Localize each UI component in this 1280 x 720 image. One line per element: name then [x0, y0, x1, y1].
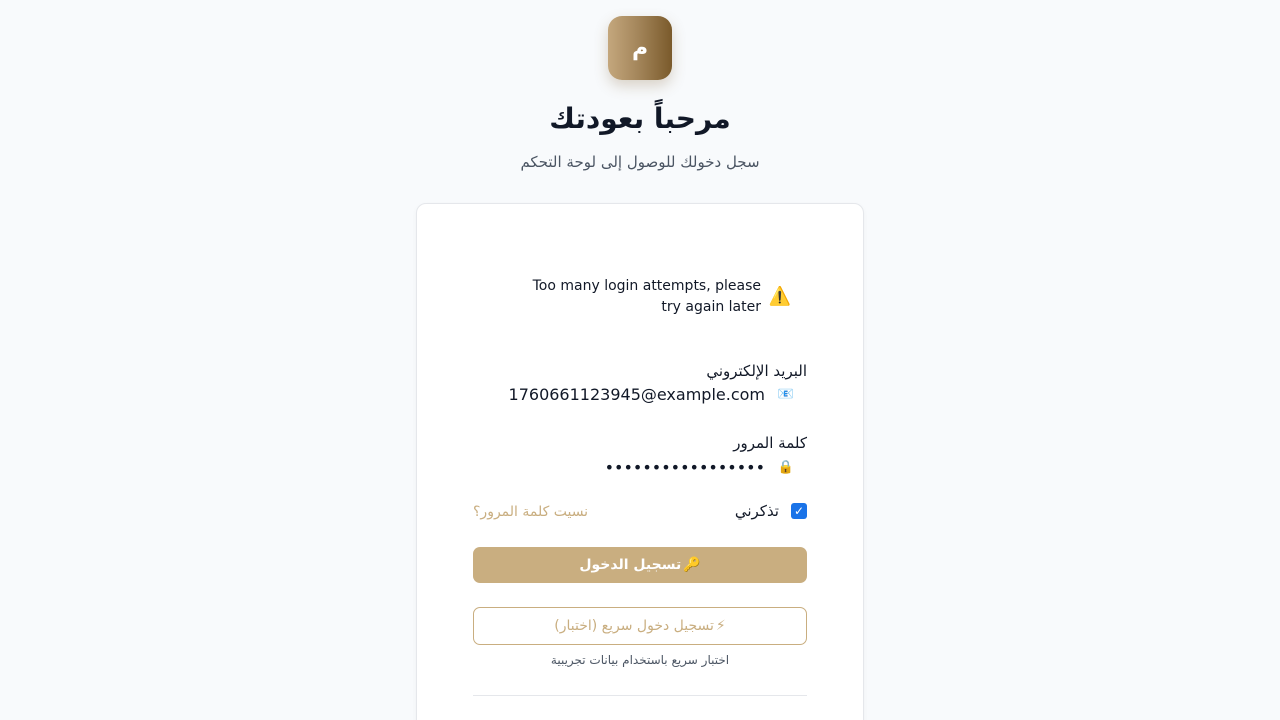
quick-login-button-label: تسجيل دخول سريع (اختبار)	[554, 618, 714, 634]
lightning-icon: ⚡	[715, 618, 726, 634]
login-button[interactable]: 🔑 تسجيل الدخول	[473, 547, 807, 583]
logo-letter: م	[631, 35, 649, 61]
remember-me-label: تذكرني	[734, 502, 779, 520]
forgot-password-link[interactable]: نسيت كلمة المرور؟	[473, 504, 588, 520]
remember-me-checkbox[interactable]: ✓	[791, 503, 807, 519]
app-logo: م	[608, 16, 672, 80]
login-card: ⚠️ Too many login attempts, please try a…	[416, 203, 864, 720]
error-alert: ⚠️ Too many login attempts, please try a…	[515, 276, 791, 318]
email-field-row: 📧	[465, 382, 795, 406]
password-field-row: 🔒	[465, 455, 795, 479]
lock-icon: 🔒	[777, 459, 795, 475]
divider	[473, 695, 807, 696]
warning-icon: ⚠️	[768, 286, 791, 307]
login-button-label: تسجيل الدخول	[579, 557, 682, 573]
page-subtitle: سجل دخولك للوصول إلى لوحة التحكم	[520, 153, 760, 171]
quick-login-hint: اختبار سريع باستخدام بيانات تجريبية	[550, 653, 730, 667]
alert-message: Too many login attempts, please try agai…	[532, 278, 761, 315]
quick-login-button[interactable]: ⚡ تسجيل دخول سريع (اختبار)	[473, 607, 807, 645]
mail-icon: 📧	[777, 386, 795, 402]
remember-me[interactable]: ✓ تذكرني	[735, 502, 807, 520]
email-field[interactable]	[465, 382, 765, 406]
login-page: م مرحباً بعودتك سجل دخولك للوصول إلى لوح…	[0, 0, 1280, 720]
email-label: البريد الإلكتروني	[706, 362, 807, 380]
password-label: كلمة المرور	[733, 434, 807, 452]
password-field[interactable]	[465, 455, 765, 479]
page-title: مرحباً بعودتك	[549, 102, 731, 135]
key-icon: 🔑	[683, 557, 701, 573]
